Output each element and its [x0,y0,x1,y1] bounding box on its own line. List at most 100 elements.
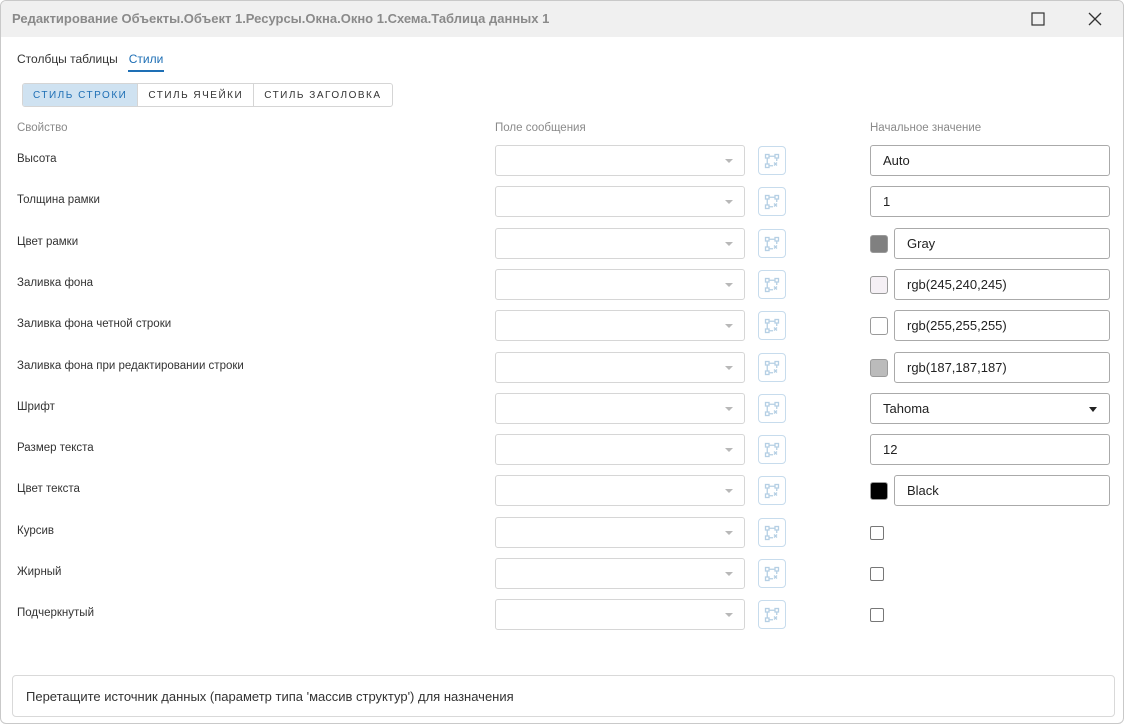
property-label: Толщина рамки [17,194,100,206]
property-label: Подчеркнутый [17,607,94,619]
color-swatch[interactable] [870,235,888,253]
column-header-property: Свойство [17,122,68,134]
chevron-down-icon [725,489,733,493]
property-row: Заливка фона rgb(245,240,245) [1,269,1123,301]
message-field-select[interactable] [495,517,745,548]
chevron-down-icon [1089,407,1097,412]
bind-button[interactable] [758,229,786,258]
column-header-message-field: Поле сообщения [495,122,586,134]
chevron-down-icon [725,200,733,204]
initial-value-input[interactable]: 12 [870,434,1110,465]
property-label: Заливка фона при редактировании строки [17,360,244,372]
color-swatch[interactable] [870,276,888,294]
binding-icon [764,442,780,457]
property-label: Заливка фона [17,277,94,289]
color-value-input[interactable]: Gray [894,228,1110,259]
binding-icon [764,153,780,168]
color-value-input[interactable]: rgb(255,255,255) [894,310,1110,341]
chevron-down-icon [725,613,733,617]
tab-styles[interactable]: Стили [127,49,165,72]
property-label: Высота [17,153,57,165]
close-button[interactable] [1072,1,1118,37]
bind-button[interactable] [758,311,786,340]
color-swatch[interactable] [870,482,888,500]
drop-target-hint[interactable]: Перетащите источник данных (параметр тип… [12,675,1115,717]
initial-value-input[interactable]: 1 [870,186,1110,217]
property-row: Высота Auto [1,145,1123,177]
initial-value-checkbox[interactable] [870,526,884,540]
chevron-down-icon [725,366,733,370]
property-row: Размер текста 12 [1,434,1123,466]
property-row: Толщина рамки 1 [1,186,1123,218]
bind-button[interactable] [758,476,786,505]
message-field-select[interactable] [495,228,745,259]
message-field-select[interactable] [495,145,745,176]
bind-button[interactable] [758,559,786,588]
message-field-select[interactable] [495,475,745,506]
tab-label: Стили [128,52,164,66]
property-row: Подчеркнутый [1,599,1123,631]
message-field-select[interactable] [495,599,745,630]
bind-button[interactable] [758,518,786,547]
bind-button[interactable] [758,187,786,216]
bind-button[interactable] [758,146,786,175]
chevron-down-icon [725,448,733,452]
chevron-down-icon [725,159,733,163]
chevron-down-icon [725,242,733,246]
property-row: Шрифт Tahoma [1,393,1123,425]
bind-button[interactable] [758,435,786,464]
message-field-select[interactable] [495,186,745,217]
property-label: Цвет текста [17,483,80,495]
message-field-select[interactable] [495,434,745,465]
color-swatch[interactable] [870,359,888,377]
bind-button[interactable] [758,394,786,423]
chevron-down-icon [725,283,733,287]
property-label: Курсив [17,525,54,537]
chevron-down-icon [725,407,733,411]
style-segmented-control: СТИЛЬ СТРОКИ СТИЛЬ ЯЧЕЙКИ СТИЛЬ ЗАГОЛОВК… [22,83,393,107]
property-label: Цвет рамки [17,236,79,248]
property-label: Шрифт [17,401,55,413]
binding-icon [764,318,780,333]
binding-icon [764,277,780,292]
message-field-select[interactable] [495,269,745,300]
binding-icon [764,194,780,209]
initial-value-checkbox[interactable] [870,567,884,581]
initial-value-input[interactable]: Auto [870,145,1110,176]
edit-dialog: Редактирование Объекты.Объект 1.Ресурсы.… [0,0,1124,724]
maximize-icon [1031,12,1045,26]
title-bar: Редактирование Объекты.Объект 1.Ресурсы.… [1,1,1123,37]
property-label: Заливка фона четной строки [17,318,172,330]
dialog-title: Редактирование Объекты.Объект 1.Ресурсы.… [12,11,550,26]
bind-button[interactable] [758,353,786,382]
property-row: Заливка фона при редактировании строки rg… [1,352,1123,384]
message-field-select[interactable] [495,310,745,341]
binding-icon [764,566,780,581]
color-value-input[interactable]: rgb(187,187,187) [894,352,1110,383]
segment-row-style[interactable]: СТИЛЬ СТРОКИ [23,84,139,106]
font-select-value: Tahoma [883,401,930,416]
property-row: Заливка фона четной строки rgb(255,255,25… [1,310,1123,342]
font-select[interactable]: Tahoma [870,393,1110,424]
message-field-select[interactable] [495,352,745,383]
bind-button[interactable] [758,270,786,299]
bind-button[interactable] [758,600,786,629]
drop-hint-text: Перетащите источник данных (параметр тип… [26,689,514,704]
binding-icon [764,483,780,498]
color-value-input[interactable]: rgb(245,240,245) [894,269,1110,300]
chevron-down-icon [725,324,733,328]
property-label: Жирный [17,566,62,578]
maximize-button[interactable] [1015,1,1061,37]
message-field-select[interactable] [495,393,745,424]
property-row: Курсив [1,517,1123,549]
segment-cell-style[interactable]: СТИЛЬ ЯЧЕЙКИ [138,84,255,106]
tab-label: Столбцы таблицы [17,52,118,66]
chevron-down-icon [725,531,733,535]
binding-icon [764,607,780,622]
color-swatch[interactable] [870,317,888,335]
color-value-input[interactable]: Black [894,475,1110,506]
segment-header-style[interactable]: СТИЛЬ ЗАГОЛОВКА [254,84,391,106]
message-field-select[interactable] [495,558,745,589]
tab-table-columns[interactable]: Столбцы таблицы [17,49,118,72]
initial-value-checkbox[interactable] [870,608,884,622]
